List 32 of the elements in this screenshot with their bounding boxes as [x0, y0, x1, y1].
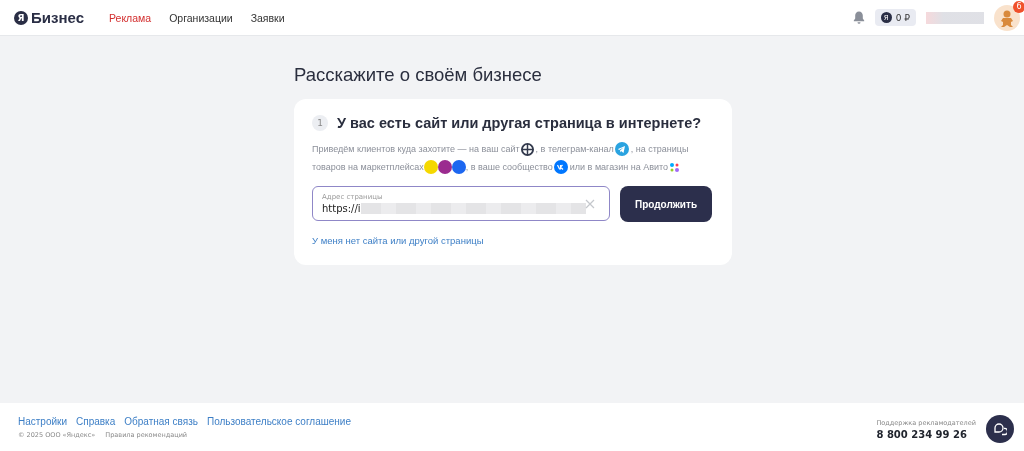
nav-tab[interactable]: Реклама — [109, 11, 152, 24]
telegram-icon — [614, 142, 629, 156]
dots-icon — [669, 161, 680, 173]
description-text: или в магазин на Авито — [569, 162, 668, 172]
description-text: , в телеграм-канал — [535, 144, 614, 154]
support-phone: 8 800 234 99 26 — [876, 428, 968, 440]
description-text: Приведём клиентов куда захотите — на ваш сайт — [312, 144, 520, 154]
notification-badge: 6 — [1013, 0, 1024, 13]
globe-icon — [520, 142, 534, 156]
description-text: , на страницы — [630, 144, 689, 154]
page-title: Расскажите о своём бизнесе — [294, 64, 543, 86]
no-site-link[interactable]: У меня нет сайта или другой страницы — [312, 235, 484, 246]
chat-icon — [993, 422, 1007, 436]
balance-amount: 0 ₽ — [895, 12, 910, 23]
nav-tab[interactable]: Заявки — [250, 11, 285, 24]
description-text: товаров на маркетплейсах — [312, 162, 424, 172]
footer-link[interactable]: Пользовательское соглашение — [206, 415, 351, 427]
logo-text[interactable]: Бизнес — [31, 9, 84, 26]
step-question: У вас есть сайт или другая страница в интернете? — [337, 115, 702, 131]
logo-mark[interactable]: Я — [14, 10, 28, 25]
redacted-name — [926, 11, 984, 24]
step-number: 1 — [312, 115, 328, 131]
avatar-icon[interactable] — [994, 4, 1020, 31]
continue-button[interactable]: Продолжить — [620, 186, 712, 222]
footer-link[interactable]: Справка — [76, 415, 116, 427]
footer-link[interactable]: Настройки — [18, 415, 68, 427]
chat-button[interactable] — [986, 415, 1014, 443]
vk-icon — [553, 160, 568, 174]
footer-link[interactable]: Обратная связь — [124, 415, 198, 427]
nav-tab[interactable]: Организации — [169, 11, 233, 24]
description-text: , в ваше сообщество — [465, 162, 553, 172]
bell-icon[interactable] — [852, 11, 865, 24]
